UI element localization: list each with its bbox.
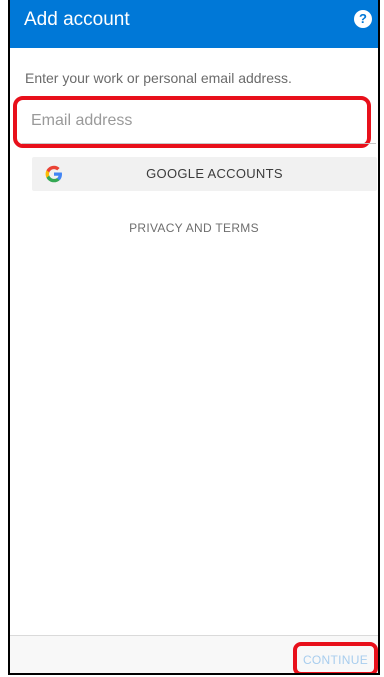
help-icon[interactable]: ? [354,10,372,28]
email-highlight [13,96,371,148]
email-underline [22,143,376,144]
google-accounts-label: GOOGLE ACCOUNTS [146,166,283,181]
app-bar: Add account ? [10,0,378,48]
continue-highlight: CONTINUE [293,642,378,673]
privacy-terms-link[interactable]: PRIVACY AND TERMS [10,221,378,235]
google-accounts-button[interactable]: GOOGLE ACCOUNTS [32,157,377,191]
bottom-bar: CONTINUE [10,635,378,673]
email-input[interactable] [31,108,351,134]
page-title: Add account [24,9,130,30]
screen-frame: Add account ? Enter your work or persona… [8,0,380,675]
continue-button[interactable]: CONTINUE [297,653,374,667]
email-instruction: Enter your work or personal email addres… [25,70,292,86]
